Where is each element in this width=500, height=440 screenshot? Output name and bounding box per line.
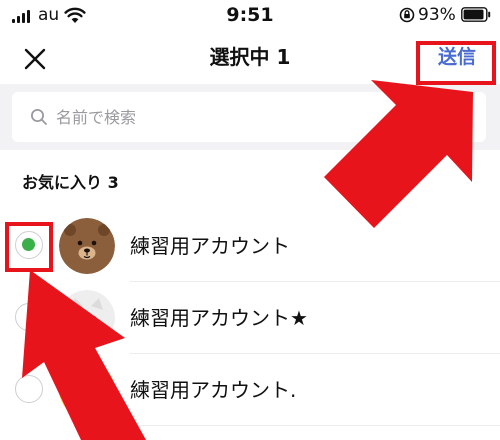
- friend-row[interactable]: 練習用アカウント: [0, 210, 500, 282]
- radio-highlight: [5, 222, 53, 272]
- selection-radio[interactable]: [15, 303, 43, 331]
- friend-name: 練習用アカウント: [130, 234, 290, 258]
- search-icon: [31, 109, 47, 125]
- search-box[interactable]: [12, 92, 486, 142]
- orientation-lock-icon: [399, 7, 415, 23]
- selection-radio[interactable]: [15, 375, 43, 403]
- friend-name: 練習用アカウント.: [130, 378, 297, 402]
- brown-bear-avatar: [59, 218, 115, 274]
- status-bar: au 9:51 93%: [0, 0, 500, 32]
- friend-row[interactable]: 練習用アカウント★: [0, 282, 500, 354]
- favorites-list: 練習用アカウント 練習用アカウント★ 練習用アカウント.: [0, 210, 500, 426]
- friend-name: 練習用アカウント★: [130, 306, 308, 330]
- search-area: [0, 84, 500, 150]
- row-divider: [130, 425, 500, 426]
- battery-percent: 93%: [418, 5, 456, 25]
- send-button-highlight: [416, 41, 496, 85]
- search-input[interactable]: [56, 102, 466, 132]
- yellow-chick-avatar: [59, 362, 115, 418]
- friend-row[interactable]: 練習用アカウント.: [0, 354, 500, 426]
- line-friend-select-screen: au 9:51 93% 選択中 1 送信 名前で検索 お気に入り 3 練習用アカ…: [0, 0, 500, 440]
- cat-avatar: [59, 290, 115, 346]
- battery-icon: [461, 7, 491, 22]
- favorites-section-header: お気に入り 3: [22, 173, 119, 192]
